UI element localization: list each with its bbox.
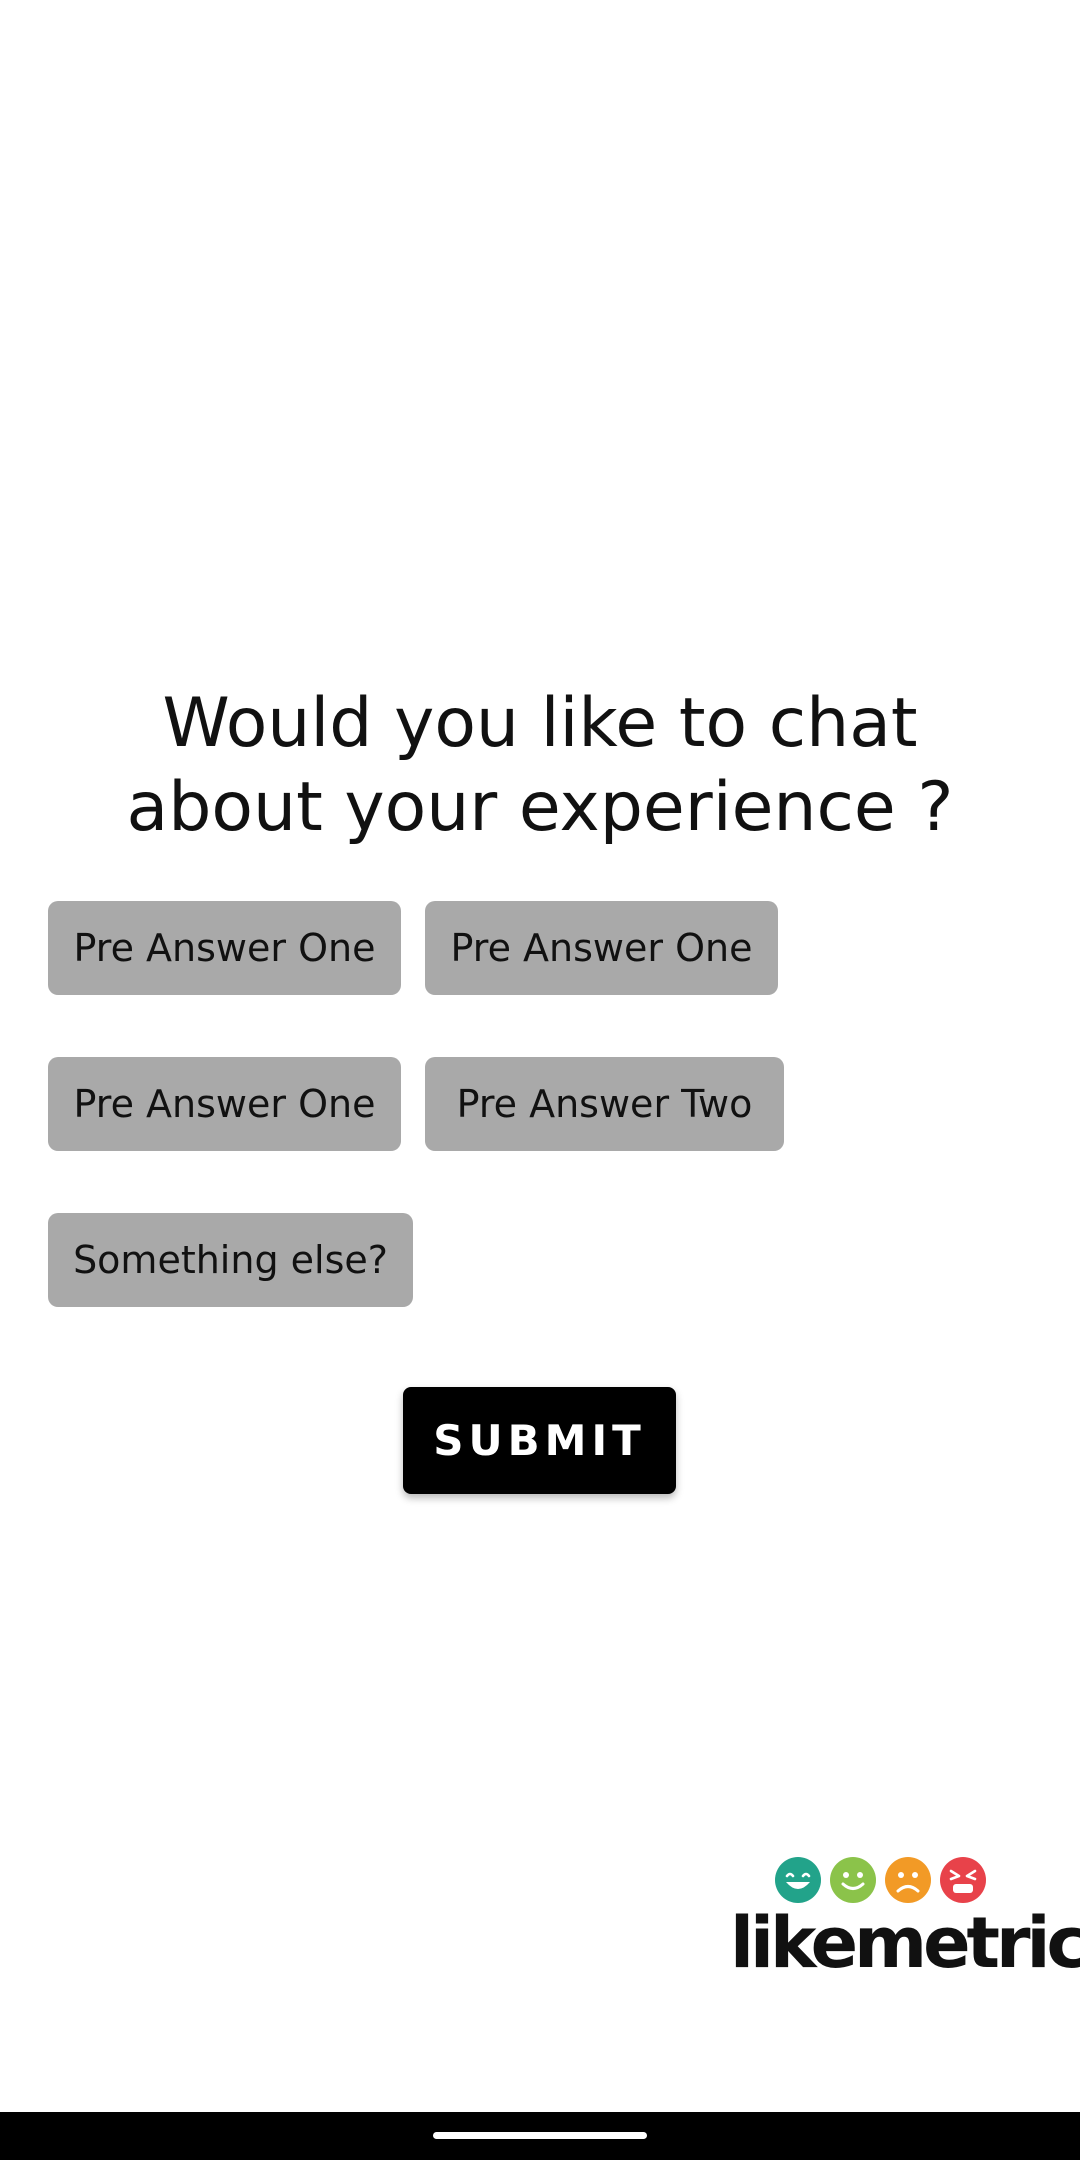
home-gesture-handle[interactable]: [433, 2132, 647, 2139]
likemetric-logo: likemetric: [730, 1852, 1080, 1984]
answer-chip-pre-answer-one[interactable]: Pre Answer One: [48, 901, 401, 995]
logo-wordmark: likemetric: [730, 1902, 1080, 1984]
answer-chip-something-else[interactable]: Something else?: [48, 1213, 413, 1307]
angry-face-icon: [940, 1857, 986, 1903]
survey-question: Would you like to chat about your experi…: [126, 684, 954, 847]
answer-chip-pre-answer-one-third[interactable]: Pre Answer One: [48, 1057, 401, 1151]
very-happy-face-icon: [775, 1857, 821, 1903]
answer-chip-pre-answer-two[interactable]: Pre Answer Two: [425, 1057, 784, 1151]
logo-faces: [774, 1856, 1000, 1908]
system-navigation-bar: [0, 2112, 1080, 2160]
submit-button[interactable]: SUBMIT: [403, 1387, 676, 1494]
happy-face-icon: [830, 1857, 876, 1903]
sad-face-icon: [885, 1857, 931, 1903]
answer-chip-pre-answer-one-second[interactable]: Pre Answer One: [425, 901, 778, 995]
